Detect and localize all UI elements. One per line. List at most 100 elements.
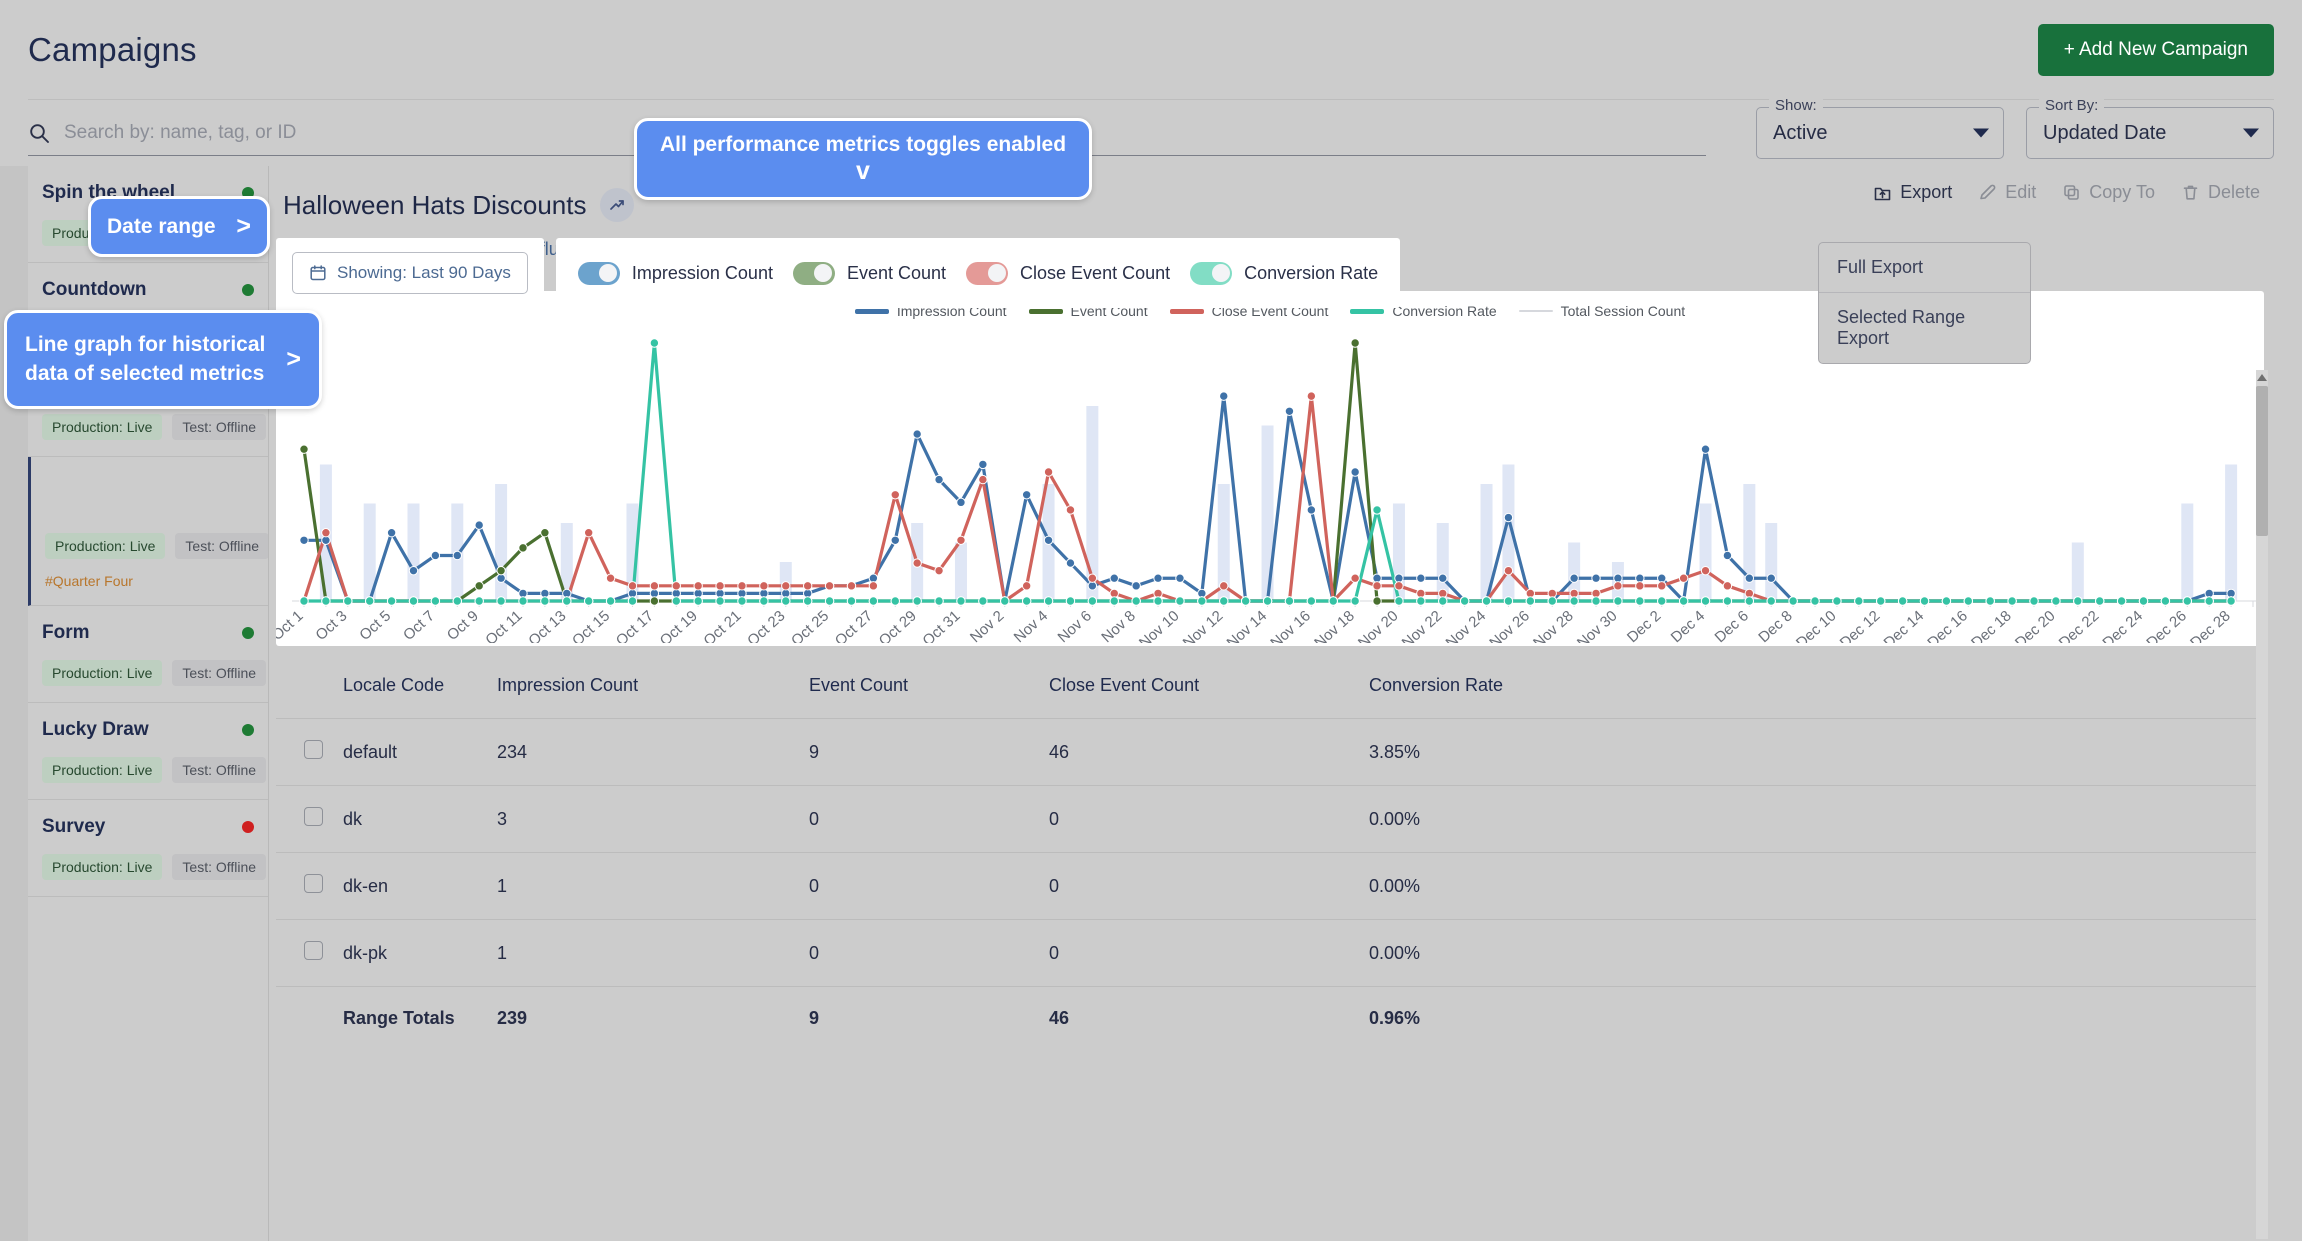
chart-point [1153, 573, 1163, 583]
chart-point [802, 596, 813, 606]
campaign-name: Countdown [42, 279, 147, 300]
chart-point [1240, 596, 1251, 606]
row-checkbox[interactable] [304, 874, 323, 893]
chart-point [1635, 581, 1645, 591]
chart-point [846, 581, 857, 591]
chart-point [321, 528, 331, 538]
conversion-rate-toggle[interactable] [1190, 261, 1233, 285]
x-axis-tick-label: Oct 9 [444, 607, 482, 643]
delete-button[interactable]: Delete [2181, 182, 2260, 203]
x-axis-tick-label: Dec 14 [1880, 607, 1927, 643]
x-axis-tick-label: Oct 17 [613, 607, 657, 643]
chart-point [1810, 596, 1820, 606]
event-count-toggle[interactable] [792, 261, 835, 285]
metric-toggle-impression-count[interactable]: Impression Count [577, 261, 773, 285]
sidebar-item-halloween-hats-discounts[interactable]: Halloween Hats Discounts Production: Liv… [28, 457, 268, 606]
calendar-icon [310, 265, 326, 281]
table-row: dk 3 0 0 0.00% [276, 785, 2264, 853]
chart-point [715, 581, 725, 591]
cell-event-count: 0 [799, 852, 1039, 920]
production-status-tag: Production: Live [42, 757, 163, 783]
chart-point [781, 581, 791, 591]
export-icon [1874, 187, 1891, 201]
sidebar-item-lucky-draw[interactable]: Lucky Draw Production: Live Test: Offlin… [28, 703, 268, 800]
x-axis-tick-label: Nov 24 [1443, 607, 1490, 643]
sidebar-item-form[interactable]: Form Production: Live Test: Offline [28, 606, 268, 703]
chart-point [1438, 573, 1448, 583]
chart-point [1175, 573, 1185, 583]
filter-bar: Show: Active Sort By: Updated Date [28, 97, 2274, 166]
campaign-actions-toolbar: Export Edit Copy To Delete [1873, 182, 2260, 203]
copy-to-button[interactable]: Copy To [2062, 182, 2155, 203]
chart-point [1876, 596, 1886, 606]
chart-point [934, 474, 944, 485]
chart-point [1678, 573, 1689, 583]
x-axis-tick-label: Nov 2 [967, 607, 1007, 643]
export-menu-item-full-export[interactable]: Full Export [1819, 243, 2030, 292]
chart-point [1569, 573, 1579, 583]
chart-point [1109, 573, 1119, 583]
event-count-label: Event Count [846, 262, 947, 283]
close-event-count-toggle[interactable] [966, 261, 1009, 285]
row-checkbox[interactable] [304, 740, 323, 759]
export-button[interactable]: Export [1873, 182, 1952, 203]
chart-point [1219, 596, 1229, 606]
chart-point [474, 581, 484, 591]
x-axis-tick-label: Nov 22 [1399, 607, 1446, 643]
trash-icon [2183, 185, 2198, 200]
chart-point [1394, 596, 1404, 606]
row-checkbox[interactable] [304, 941, 323, 960]
main-scrollbar-track[interactable] [2256, 370, 2268, 1239]
scroll-up-arrow-icon[interactable] [2257, 374, 2267, 381]
chart-point [802, 581, 813, 591]
edit-button[interactable]: Edit [1978, 182, 2036, 203]
x-axis-tick-label: Dec 26 [2143, 607, 2190, 643]
main-scrollbar-thumb[interactable] [2256, 386, 2268, 536]
chart-point [1065, 596, 1076, 606]
cell-locale-code: dk [333, 785, 487, 853]
chart-point [1503, 565, 1514, 576]
table-row: dk-en 1 0 0 0.00% [276, 852, 2264, 920]
chart-point [1043, 596, 1054, 606]
table-header-impression-count: Impression Count [487, 661, 799, 719]
chart-point [2073, 596, 2083, 606]
x-axis-tick-label: Nov 10 [1136, 607, 1183, 643]
metric-toggle-event-count[interactable]: Event Count [792, 261, 947, 285]
chart-point [1547, 596, 1557, 606]
cell-event-count: 0 [799, 919, 1039, 987]
sort-by-select[interactable]: Sort By: Updated Date [2026, 97, 2274, 159]
chart-point [408, 565, 419, 576]
session-bar [1765, 523, 1778, 601]
cell-event-count: 0 [799, 785, 1039, 853]
chart-point [386, 596, 397, 606]
chart-point [846, 596, 857, 606]
chart-point [1350, 573, 1360, 583]
chart-point [1131, 596, 1141, 606]
row-checkbox[interactable] [304, 807, 323, 826]
chart-point [671, 596, 681, 606]
chart-point [1416, 573, 1426, 583]
chart-point [1197, 596, 1207, 606]
sidebar-item-survey[interactable]: Survey Production: Live Test: Offline [28, 800, 268, 897]
test-status-tag: Test: Offline [172, 660, 267, 686]
date-range-button[interactable]: Showing: Last 90 Days [292, 252, 528, 294]
metric-toggle-conversion-rate[interactable]: Conversion Rate [1190, 261, 1378, 285]
x-axis-tick-label: Nov 12 [1180, 607, 1227, 643]
annotation-date-range: Date range > [88, 196, 270, 257]
export-menu-item-selected-range-export[interactable]: Selected Range Export [1819, 292, 2030, 363]
chart-point [1394, 581, 1404, 591]
chart-point [978, 596, 988, 606]
chart-point [1372, 581, 1382, 591]
x-axis-tick-label: Oct 1 [276, 607, 307, 643]
chart-point [1963, 596, 1974, 606]
export-label: Export [1900, 182, 1953, 202]
chart-point [518, 543, 528, 553]
impression-count-toggle[interactable] [577, 261, 620, 285]
add-new-campaign-button[interactable]: + Add New Campaign [2037, 23, 2274, 76]
chart-point [1306, 505, 1317, 515]
metric-toggle-close-event-count[interactable]: Close Event Count [966, 261, 1170, 285]
show-filter-select[interactable]: Show: Active [1756, 97, 2004, 159]
session-bar [1699, 503, 1712, 601]
table-totals-row: Range Totals 239 9 46 0.96% [276, 987, 2264, 1051]
cell-close-event-count: 0 [1039, 785, 1359, 853]
